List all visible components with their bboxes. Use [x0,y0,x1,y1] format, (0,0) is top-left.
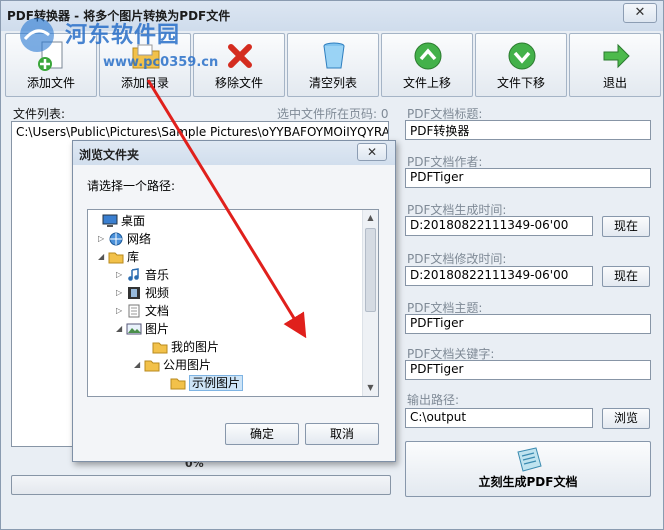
pdf-document-icon [517,447,542,472]
pdf-author-field[interactable]: PDFTiger [405,168,651,188]
pdf-modified-label: PDF文档修改时间: [407,252,507,266]
pdf-created-field[interactable]: D:20180822111349-06'00 [405,216,593,236]
move-up-button[interactable]: 文件上移 [381,33,473,97]
network-icon [109,232,123,245]
cancel-button[interactable]: 取消 [305,423,379,445]
tree-item-network[interactable]: ▷ 网络 [98,230,151,248]
folder-tree[interactable]: 桌面 ▷ 网络 ◢ 库 ▷ 音乐 ▷ 视频 ▷ 文档 ◢ 图片 我的图片 ◢ 公用图片 示例图… [87,209,379,397]
list-item[interactable]: C:\Users\Public\Pictures\Sample Pictures… [16,125,388,139]
move-down-icon [508,42,536,70]
expand-icon[interactable]: ▷ [98,234,108,243]
tree-item-desktop[interactable]: 桌面 [92,212,145,230]
collapse-icon[interactable]: ◢ [116,324,126,333]
tree-item-music[interactable]: ▷ 音乐 [116,266,169,284]
created-now-button[interactable]: 现在 [602,216,650,237]
browse-button[interactable]: 浏览 [602,408,650,429]
expand-icon[interactable]: ▷ [116,306,126,315]
pdf-keywords-field[interactable]: PDFTiger [405,360,651,380]
modified-now-button[interactable]: 现在 [602,266,650,287]
tree-item-video[interactable]: ▷ 视频 [116,284,169,302]
progress-bar [11,475,391,495]
pictures-icon [126,323,142,334]
tree-scrollbar[interactable]: ▲ ▼ [362,210,378,396]
library-icon [108,252,124,263]
folder-icon [144,360,160,371]
music-icon [128,267,139,281]
folder-icon [152,342,168,353]
output-path-label: 输出路径: [407,393,460,407]
watermark-url: www.pc0359.cn [103,55,219,70]
collapse-icon[interactable]: ◢ [134,360,144,369]
watermark-text: 河东软件园 [65,23,181,48]
window-close-button[interactable]: ✕ [623,3,657,23]
move-up-icon [414,42,442,70]
tree-item-public-pictures[interactable]: ◢ 公用图片 [134,356,211,374]
page-info-label: 选中文件所在页码: 0 [277,107,389,121]
generate-pdf-button[interactable]: 立刻生成PDF文档 [405,441,651,497]
output-path-field[interactable]: C:\output [405,408,593,428]
folder-icon [170,378,186,389]
tree-item-pictures[interactable]: ◢ 图片 [116,320,169,338]
collapse-icon[interactable]: ◢ [98,252,108,261]
tree-item-documents[interactable]: ▷ 文档 [116,302,169,320]
exit-button[interactable]: 退出 [569,33,661,97]
dialog-prompt: 请选择一个路径: [87,179,176,193]
move-down-button[interactable]: 文件下移 [475,33,567,97]
scroll-down-icon[interactable]: ▼ [363,380,378,396]
file-list-label: 文件列表: [13,107,66,121]
watermark-logo: 河东软件园 www.pc0359.cn [9,11,218,71]
expand-icon[interactable]: ▷ [116,288,126,297]
document-icon [128,304,140,317]
tree-item-library[interactable]: ◢ 库 [98,248,139,266]
remove-icon [228,44,252,68]
ok-button[interactable]: 确定 [225,423,299,445]
exit-icon [603,43,630,69]
pdf-subject-field[interactable]: PDFTiger [405,314,651,334]
scroll-up-icon[interactable]: ▲ [363,210,378,226]
scroll-thumb[interactable] [365,228,376,312]
pdf-title-field[interactable]: PDF转换器 [405,120,651,140]
desktop-icon [102,214,118,227]
dialog-close-button[interactable]: ✕ [357,143,387,161]
browse-folder-dialog: 浏览文件夹 ✕ 请选择一个路径: 桌面 ▷ 网络 ◢ 库 ▷ 音乐 ▷ 视频 ▷ 文档 ◢… [72,140,396,462]
tree-item-my-pictures[interactable]: 我的图片 [142,338,219,356]
watermark-icon [20,18,54,52]
tree-item-sample-pictures[interactable]: 示例图片 [160,374,244,392]
dialog-title: 浏览文件夹 [79,148,140,162]
video-icon [128,286,140,299]
pdf-modified-field[interactable]: D:20180822111349-06'00 [405,266,593,286]
clear-list-button[interactable]: 清空列表 [287,33,379,97]
expand-icon[interactable]: ▷ [116,270,126,279]
clear-list-icon [323,42,345,69]
dialog-title-bar: 浏览文件夹 ✕ [73,141,395,165]
